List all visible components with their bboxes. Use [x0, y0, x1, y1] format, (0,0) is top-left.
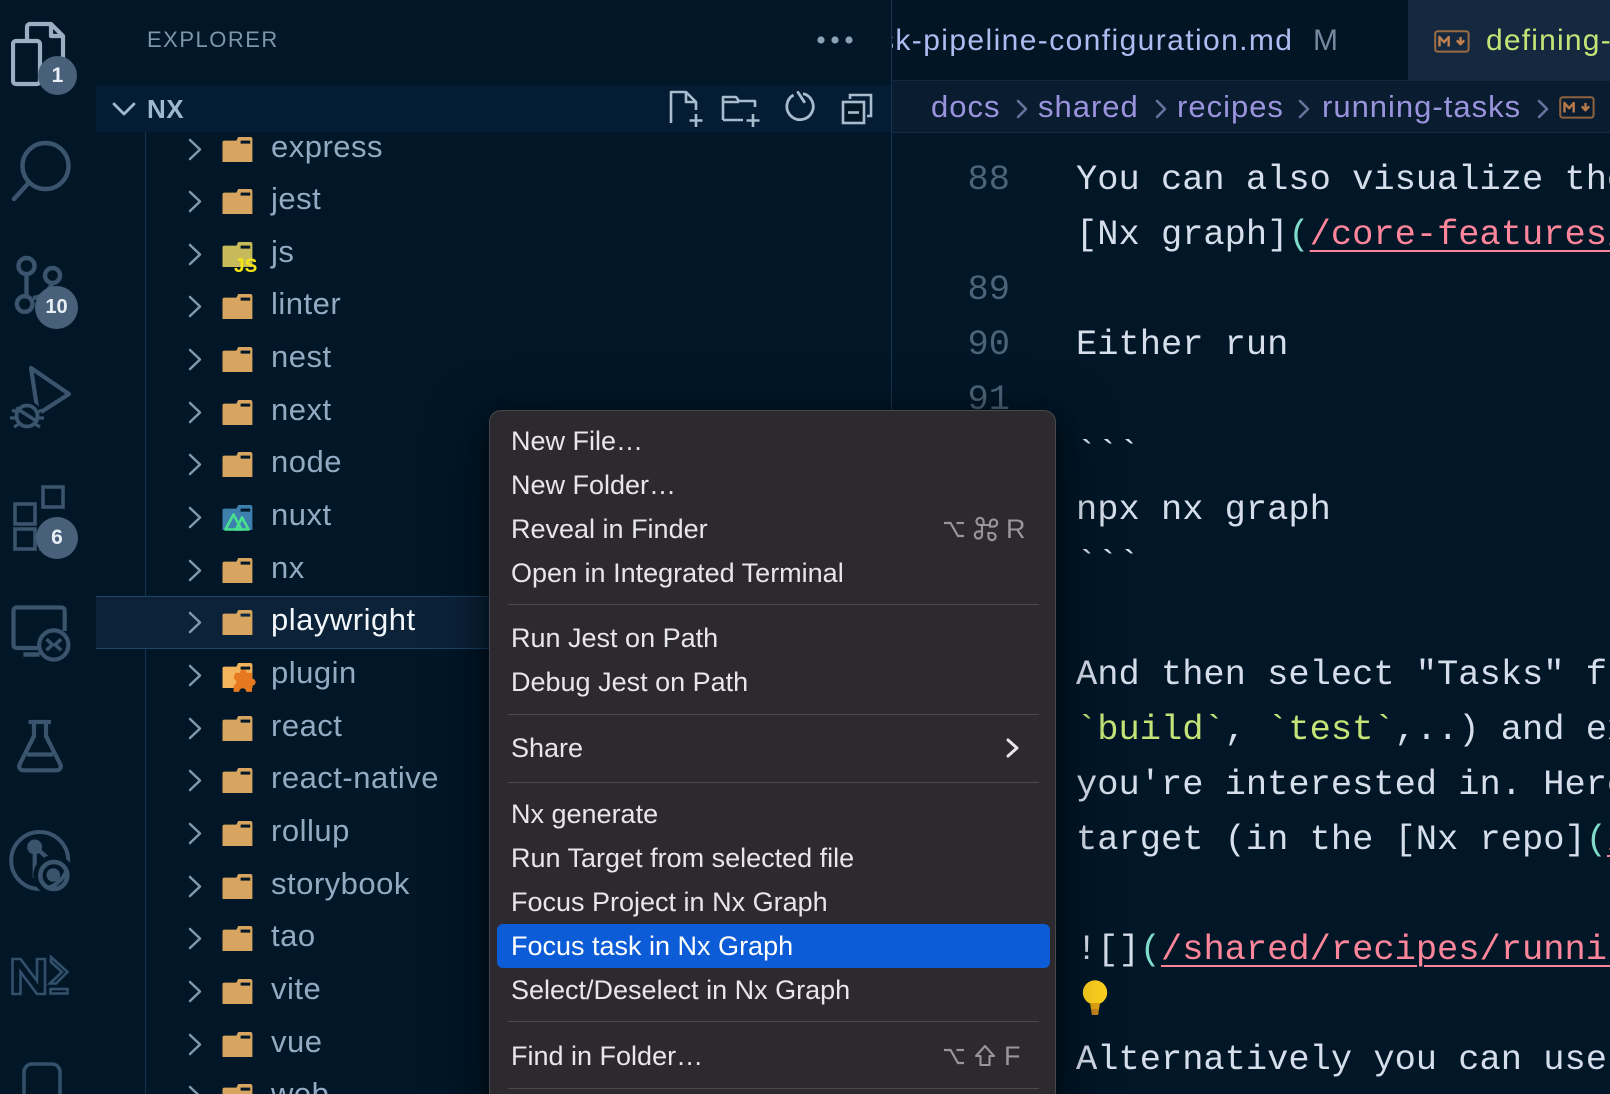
svg-text:JS: JS [234, 256, 257, 275]
